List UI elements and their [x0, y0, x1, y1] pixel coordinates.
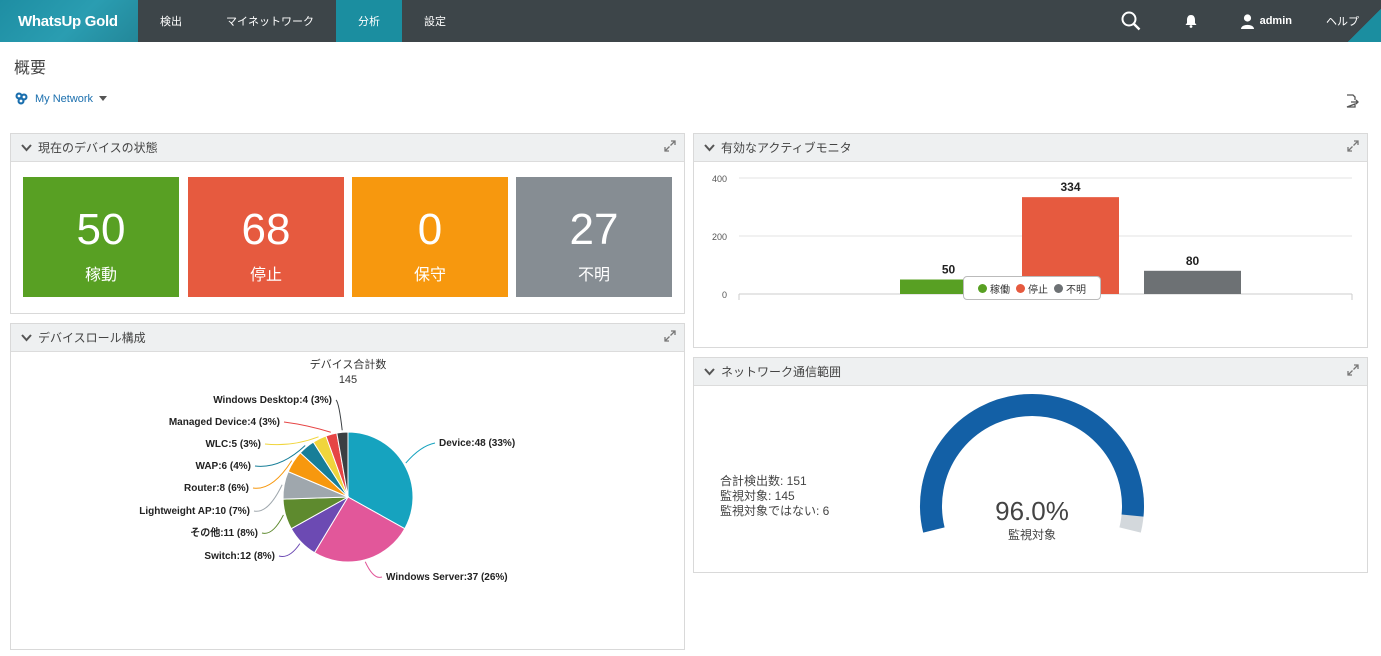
legend-item-unknown[interactable]: 不明	[1054, 281, 1086, 296]
bar-value-label: 50	[942, 263, 956, 277]
y-tick-label: 200	[712, 232, 727, 242]
status-label: 保守	[413, 265, 446, 284]
panel-header: 有効なアクティブモニタ	[694, 134, 1367, 162]
legend-dot	[978, 283, 987, 293]
status-count: 0	[417, 205, 443, 254]
legend-label: 停止	[1028, 284, 1048, 296]
panel-title: ネットワーク通信範囲	[721, 365, 842, 379]
legend-dot	[1054, 283, 1063, 293]
network-coverage-panel: ネットワーク通信範囲 合計検出数: 151 監視対象: 145 監視対象ではない…	[693, 357, 1368, 573]
expand-icon[interactable]	[1347, 140, 1359, 152]
pie-connector	[283, 421, 331, 433]
network-group-icon	[15, 92, 28, 105]
status-count: 27	[569, 205, 619, 254]
expand-icon[interactable]	[1347, 364, 1359, 376]
app-logo[interactable]: WhatsUp Gold	[0, 0, 138, 42]
pie-connector	[278, 543, 301, 557]
user-name: admin	[1259, 15, 1292, 27]
panel-header: ネットワーク通信範囲	[694, 358, 1367, 386]
pie-slice-label: Managed Device:4 (3%)	[169, 417, 280, 428]
device-status-panel: 現在のデバイスの状態 50 稼動 68 停止 0 保守 27 不明	[10, 133, 685, 314]
pie-subtitle: 145	[339, 374, 357, 386]
top-nav: WhatsUp Gold 検出 マイネットワーク 分析 設定 admin ヘルプ	[0, 0, 1381, 42]
panel-title: 有効なアクティブモニタ	[721, 141, 852, 155]
pie-slice-label: Lightweight AP:10 (7%)	[139, 506, 250, 517]
help-menu[interactable]: ヘルプ	[1312, 0, 1381, 42]
chart-legend: 稼働 停止 不明	[963, 276, 1101, 300]
status-label: 不明	[577, 265, 610, 284]
chevron-down-icon[interactable]	[21, 333, 32, 342]
y-tick-label: 0	[722, 290, 727, 300]
device-roles-panel: デバイスロール構成 デバイス合計数 145 Device:48 (33%) Windo…	[10, 323, 685, 650]
pie-slice-label: Switch:12 (8%)	[204, 551, 275, 562]
pie-connector	[405, 442, 436, 464]
network-name: My Network	[35, 92, 94, 105]
status-count: 50	[76, 205, 126, 254]
nav-my-network[interactable]: マイネットワーク	[204, 0, 336, 42]
network-selector[interactable]: My Network	[14, 92, 108, 105]
bar-3[interactable]	[1144, 270, 1241, 294]
legend-label: 稼働	[990, 284, 1010, 296]
pie-connector	[253, 484, 283, 512]
nav-settings[interactable]: 設定	[402, 0, 468, 42]
chevron-down-icon[interactable]	[704, 143, 715, 152]
panel-title: 現在のデバイスの状態	[38, 141, 158, 155]
status-tile-up[interactable]: 50 稼動	[23, 177, 179, 297]
pie-connector	[335, 399, 343, 431]
panel-header: デバイスロール構成	[11, 324, 684, 352]
legend-item-up[interactable]: 稼働	[978, 281, 1010, 296]
coverage-label: 監視対象	[1007, 528, 1056, 542]
y-tick-label: 400	[712, 174, 727, 184]
nav-analyze[interactable]: 分析	[336, 0, 402, 42]
pie-connector	[261, 514, 284, 534]
status-tile-unknown[interactable]: 27 不明	[516, 177, 672, 297]
active-monitors-bar-chart: 0 200 400 50 334 80	[712, 174, 1353, 300]
pie-slice-label: Windows Desktop:4 (3%)	[213, 395, 332, 406]
pie-connector	[364, 561, 383, 578]
stat-total-discovered: 合計検出数: 151	[720, 474, 807, 488]
coverage-percent: 96.0%	[995, 496, 1069, 526]
user-menu[interactable]: admin	[1221, 0, 1312, 42]
pie-slice-label: Router:8 (6%)	[184, 483, 249, 494]
stat-not-monitored: 監視対象ではない: 6	[720, 504, 830, 518]
status-tile-down[interactable]: 68 停止	[188, 177, 344, 297]
user-icon	[1240, 13, 1254, 29]
status-label: 稼動	[84, 265, 117, 284]
status-tile-maintenance[interactable]: 0 保守	[352, 177, 508, 297]
expand-icon[interactable]	[664, 140, 676, 152]
pie-slice-label: Device:48 (33%)	[439, 438, 515, 449]
device-roles-pie-chart: デバイス合計数 145 Device:48 (33%) Windows Server:…	[139, 357, 515, 583]
panel-header: 現在のデバイスの状態	[11, 134, 684, 162]
chevron-down-icon[interactable]	[21, 143, 32, 152]
page-title: 概要	[14, 58, 47, 77]
status-label: 停止	[249, 265, 282, 284]
legend-label: 不明	[1066, 284, 1086, 296]
bell-icon[interactable]	[1161, 0, 1221, 42]
expand-icon[interactable]	[664, 330, 676, 342]
pie-slice-label: Windows Server:37 (26%)	[386, 572, 508, 583]
pie-title: デバイス合計数	[310, 357, 387, 371]
pie-slice-label: WAP:6 (4%)	[195, 461, 251, 472]
caret-down-icon	[99, 96, 108, 101]
export-icon[interactable]	[1345, 93, 1359, 112]
legend-item-down[interactable]: 停止	[1016, 281, 1048, 296]
stat-monitored: 監視対象: 145	[720, 489, 795, 503]
pie-slice-label: WLC:5 (3%)	[205, 439, 261, 450]
legend-dot	[1016, 283, 1025, 293]
chevron-down-icon[interactable]	[704, 367, 715, 376]
status-count: 68	[241, 205, 291, 254]
active-monitors-panel: 有効なアクティブモニタ 0 200 400 50 334 80 稼働 停止 不明	[693, 133, 1368, 348]
search-icon[interactable]	[1101, 0, 1161, 42]
panel-title: デバイスロール構成	[38, 331, 146, 345]
bar-value-label: 334	[1060, 180, 1080, 194]
nav-discover[interactable]: 検出	[138, 0, 204, 42]
pie-slice-label: その他:11 (8%)	[190, 526, 258, 539]
bar-value-label: 80	[1186, 254, 1200, 268]
coverage-stats: 合計検出数: 151 監視対象: 145 監視対象ではない: 6	[720, 474, 829, 519]
